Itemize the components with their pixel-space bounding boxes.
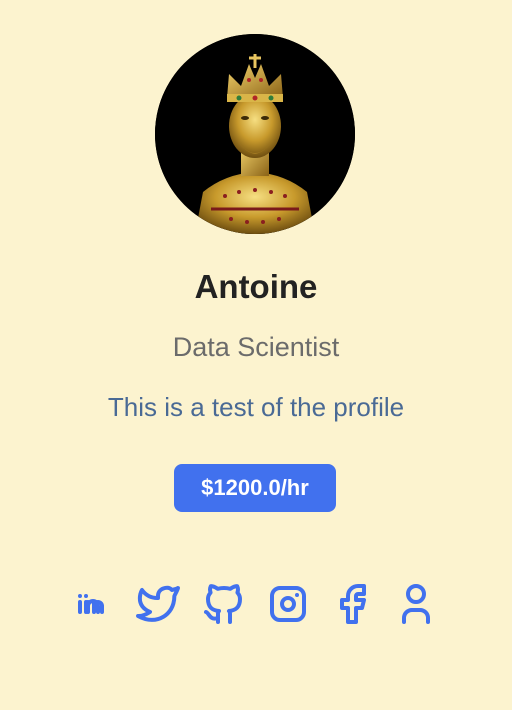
profile-title: Data Scientist [172,332,340,362]
social-links [70,580,442,628]
profile-name: Antoine [194,268,318,305]
user-icon [402,584,430,624]
linkedin-link[interactable] [70,580,118,628]
profile-card: Antoine Data Scientist This is a test of… [0,0,512,710]
profile-bio: This is a test of the profile [107,392,405,422]
facebook-link[interactable] [328,580,376,628]
twitter-icon [136,585,180,622]
twitter-link[interactable] [134,580,182,628]
facebook-icon [340,584,366,624]
avatar [155,34,355,234]
hourly-rate-badge[interactable]: $1200.0/hr [174,464,336,512]
github-link[interactable] [200,580,248,628]
linkedin-icon [78,594,104,614]
instagram-link[interactable] [264,580,312,628]
profile-link[interactable] [392,580,440,628]
instagram-icon [270,586,306,622]
github-icon [204,584,242,624]
